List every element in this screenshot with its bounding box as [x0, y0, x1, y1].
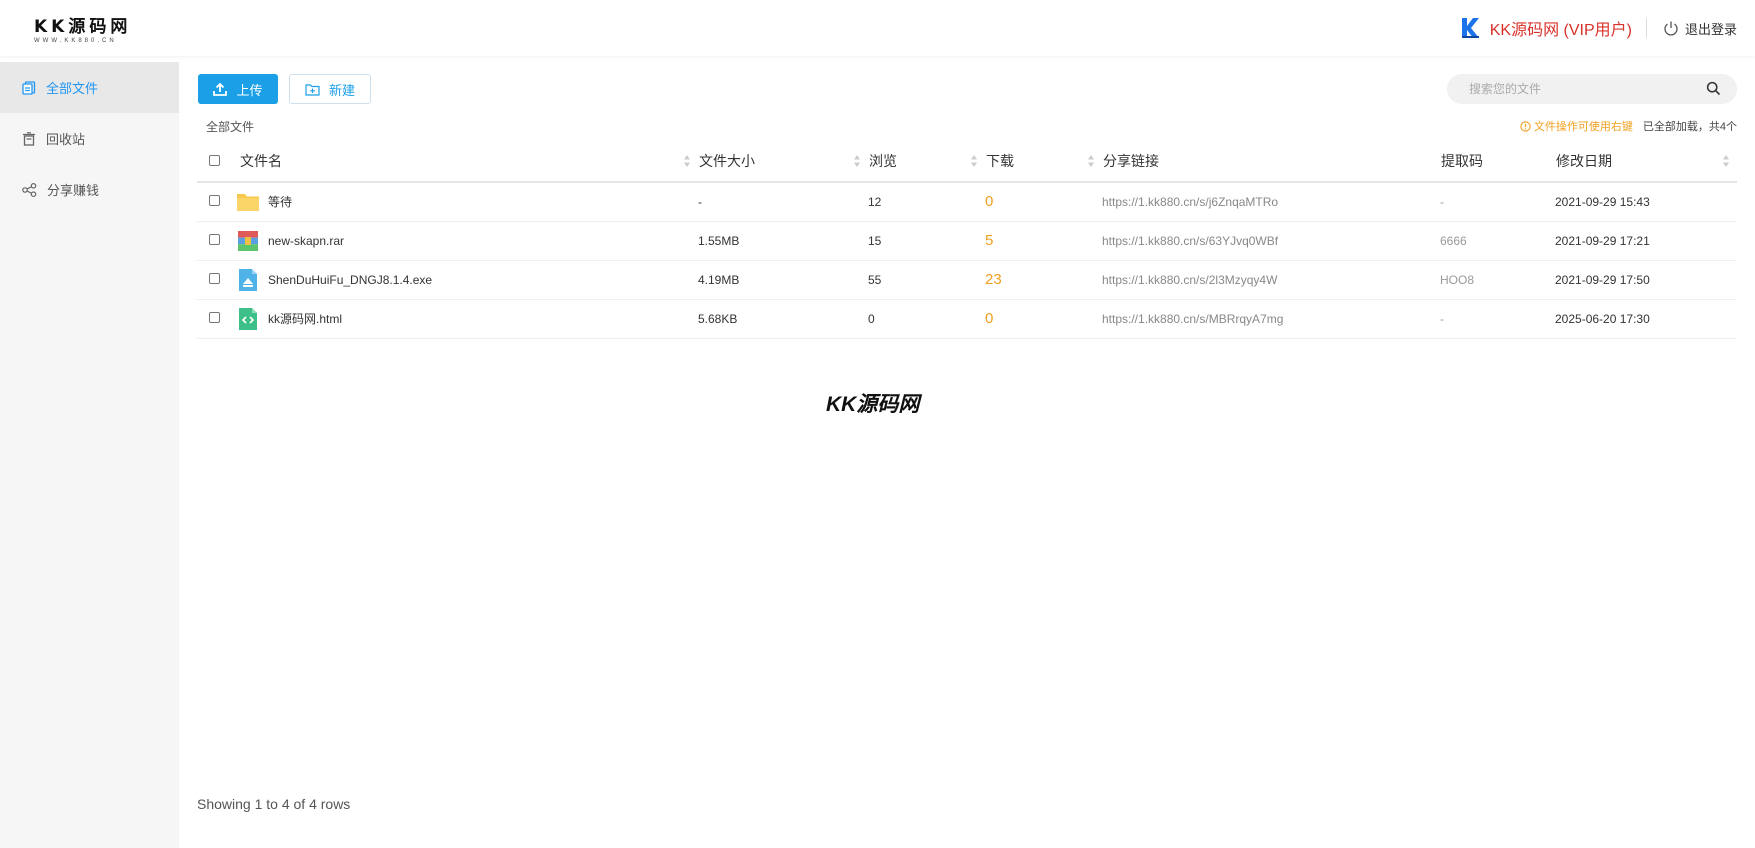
top-bar: KK源码网 WWW.KK880.CN KK源码网 (VIP用户) 退出登录 [0, 0, 1755, 56]
info-icon [1520, 120, 1531, 132]
file-table: 文件名 文件大小 浏览 下载 分享链接 提取码 修改日期 等待 - 12 0 h… [197, 140, 1737, 339]
sort-icon [854, 155, 860, 167]
main-content: 上传 新建 全部文件 文件操作可使用右键 已全部加载，共4个 [197, 62, 1737, 848]
column-header-name[interactable]: 文件名 [233, 140, 698, 183]
view-count: 55 [868, 260, 985, 300]
file-name[interactable]: ShenDuHuiFu_DNGJ8.1.4.exe [268, 273, 432, 287]
upload-icon [213, 82, 228, 96]
divider [1645, 18, 1647, 38]
sidebar-item-label: 分享赚钱 [47, 183, 100, 198]
download-count: 23 [985, 260, 1102, 300]
new-folder-icon [305, 83, 320, 96]
folder-icon [237, 193, 259, 211]
row-checkbox[interactable] [209, 233, 220, 245]
status-hint: 文件操作可使用右键 已全部加载，共4个 [1520, 118, 1737, 134]
breadcrumb[interactable]: 全部文件 [206, 118, 254, 135]
sort-icon [684, 155, 690, 167]
file-count: 已全部加载，共4个 [1642, 121, 1737, 133]
table-row[interactable]: 等待 - 12 0 https://1.kk880.cn/s/j6ZnqaMTR… [197, 182, 1737, 222]
file-size: 1.55MB [698, 221, 868, 261]
extract-code: 6666 [1440, 221, 1555, 261]
select-all-checkbox[interactable] [209, 154, 220, 166]
watermark: KK源码网 [826, 393, 920, 416]
download-count: 5 [985, 221, 1102, 261]
select-all-cell [197, 140, 233, 183]
logout-link[interactable]: 退出登录 [1685, 19, 1737, 38]
column-header-share-link: 分享链接 [1102, 140, 1440, 183]
sort-icon [1723, 155, 1729, 167]
file-name[interactable]: new-skapn.rar [268, 234, 344, 248]
file-size: - [698, 182, 868, 222]
row-checkbox[interactable] [209, 272, 220, 284]
modified-date: 2021-09-29 17:50 [1555, 260, 1737, 300]
right-click-hint: 文件操作可使用右键 [1520, 118, 1633, 134]
files-icon [22, 80, 36, 95]
power-icon[interactable] [1663, 20, 1679, 36]
view-count: 15 [868, 221, 985, 261]
upload-button-label: 上传 [236, 82, 263, 98]
file-name[interactable]: kk源码网.html [268, 310, 342, 327]
share-link[interactable]: https://1.kk880.cn/s/2l3Mzyqy4W [1102, 260, 1440, 300]
share-link[interactable]: https://1.kk880.cn/s/j6ZnqaMTRo [1102, 182, 1440, 222]
pagination-info: Showing 1 to 4 of 4 rows [197, 796, 351, 812]
sidebar-item-all-files[interactable]: 全部文件 [0, 62, 179, 113]
extract-code: HOO8 [1440, 260, 1555, 300]
view-count: 12 [868, 182, 985, 222]
sidebar-item-label: 回收站 [46, 132, 86, 147]
modified-date: 2021-09-29 17:21 [1555, 221, 1737, 261]
new-button[interactable]: 新建 [289, 74, 371, 104]
search-icon[interactable] [1706, 81, 1721, 96]
logo-subtitle: WWW.KK880.CN [34, 38, 117, 44]
column-header-code: 提取码 [1440, 140, 1555, 183]
share-link[interactable]: https://1.kk880.cn/s/63YJvq0WBf [1102, 221, 1440, 261]
hint-text: 文件操作可使用右键 [1533, 121, 1633, 133]
row-checkbox[interactable] [209, 194, 220, 206]
column-header-downloads[interactable]: 下载 [985, 140, 1102, 183]
sidebar: 全部文件 回收站 分享赚钱 [0, 62, 179, 848]
recycle-bin-icon [23, 131, 35, 146]
download-count: 0 [985, 182, 1102, 222]
sidebar-item-recycle-bin[interactable]: 回收站 [0, 113, 179, 164]
sort-icon [971, 155, 977, 167]
share-link[interactable]: https://1.kk880.cn/s/MBRrqyA7mg [1102, 299, 1440, 339]
new-button-label: 新建 [328, 82, 355, 98]
brand-k-icon [1461, 18, 1479, 38]
user-area: KK源码网 (VIP用户) 退出登录 [1460, 16, 1737, 40]
column-header-size[interactable]: 文件大小 [698, 140, 868, 183]
exe-file-icon [239, 268, 257, 291]
view-count: 0 [868, 299, 985, 339]
modified-date: 2025-06-20 17:30 [1555, 299, 1737, 339]
sidebar-item-label: 全部文件 [46, 81, 99, 96]
sort-icon [1088, 155, 1094, 167]
extract-code: - [1440, 182, 1555, 222]
table-row[interactable]: new-skapn.rar 1.55MB 15 5 https://1.kk88… [197, 221, 1737, 261]
share-icon [22, 182, 37, 197]
column-header-date[interactable]: 修改日期 [1555, 140, 1737, 183]
extract-code: - [1440, 299, 1555, 339]
logo-title: KK源码网 [34, 17, 132, 37]
table-header-row: 文件名 文件大小 浏览 下载 分享链接 提取码 修改日期 [197, 140, 1737, 183]
upload-button[interactable]: 上传 [198, 74, 278, 104]
modified-date: 2021-09-29 15:43 [1555, 182, 1737, 222]
file-size: 4.19MB [698, 260, 868, 300]
table-row[interactable]: ShenDuHuiFu_DNGJ8.1.4.exe 4.19MB 55 23 h… [197, 260, 1737, 300]
user-name[interactable]: KK源码网 (VIP用户) [1490, 16, 1632, 40]
html-file-icon [239, 307, 257, 330]
search-input[interactable] [1469, 82, 1689, 96]
archive-icon [238, 230, 258, 251]
file-size: 5.68KB [698, 299, 868, 339]
row-checkbox[interactable] [209, 311, 220, 323]
download-count: 0 [985, 299, 1102, 339]
column-header-views[interactable]: 浏览 [868, 140, 985, 183]
file-name[interactable]: 等待 [268, 193, 292, 210]
table-row[interactable]: kk源码网.html 5.68KB 0 0 https://1.kk880.cn… [197, 299, 1737, 339]
search-box [1447, 74, 1737, 104]
site-logo[interactable]: KK源码网 WWW.KK880.CN [34, 12, 131, 44]
sidebar-item-share-earn[interactable]: 分享赚钱 [0, 164, 179, 215]
